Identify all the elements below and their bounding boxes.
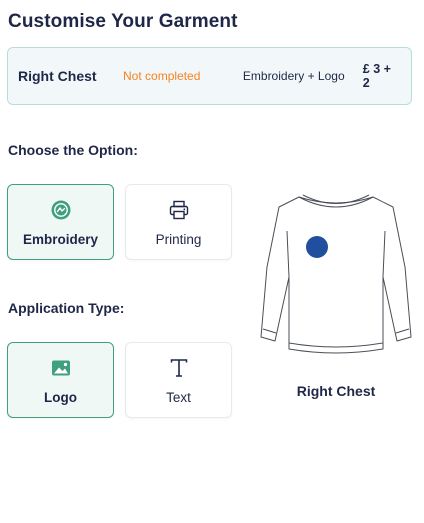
printer-icon xyxy=(167,198,191,222)
option-embroidery-label: Embroidery xyxy=(22,231,99,247)
embroidery-icon xyxy=(49,198,73,222)
garment-preview xyxy=(255,185,417,367)
application-logo-label: Logo xyxy=(44,389,77,405)
image-icon xyxy=(49,356,73,380)
application-text-card[interactable]: Text xyxy=(125,342,232,418)
right-chest-placement-marker[interactable] xyxy=(306,236,328,258)
option-printing-card[interactable]: Printing xyxy=(125,184,232,260)
option-section-label: Choose the Option: xyxy=(8,142,138,158)
text-icon xyxy=(167,356,191,380)
application-logo-card[interactable]: Logo xyxy=(7,342,114,418)
application-section-label: Application Type: xyxy=(8,300,125,316)
page-title: Customise Your Garment xyxy=(8,11,238,32)
option-printing-label: Printing xyxy=(155,231,202,247)
preview-caption: Right Chest xyxy=(296,383,376,399)
option-embroidery-card[interactable]: Embroidery xyxy=(7,184,114,260)
summary-status: Not completed xyxy=(123,69,201,83)
summary-method: Embroidery + Logo xyxy=(242,69,345,83)
application-text-label: Text xyxy=(166,389,191,405)
long-sleeve-shirt-illustration xyxy=(260,194,412,354)
summary-price: £ 3 + 2 xyxy=(362,62,391,90)
placement-summary-bar[interactable]: Right Chest Not completed Embroidery + L… xyxy=(7,47,412,105)
summary-location: Right Chest xyxy=(18,68,97,84)
